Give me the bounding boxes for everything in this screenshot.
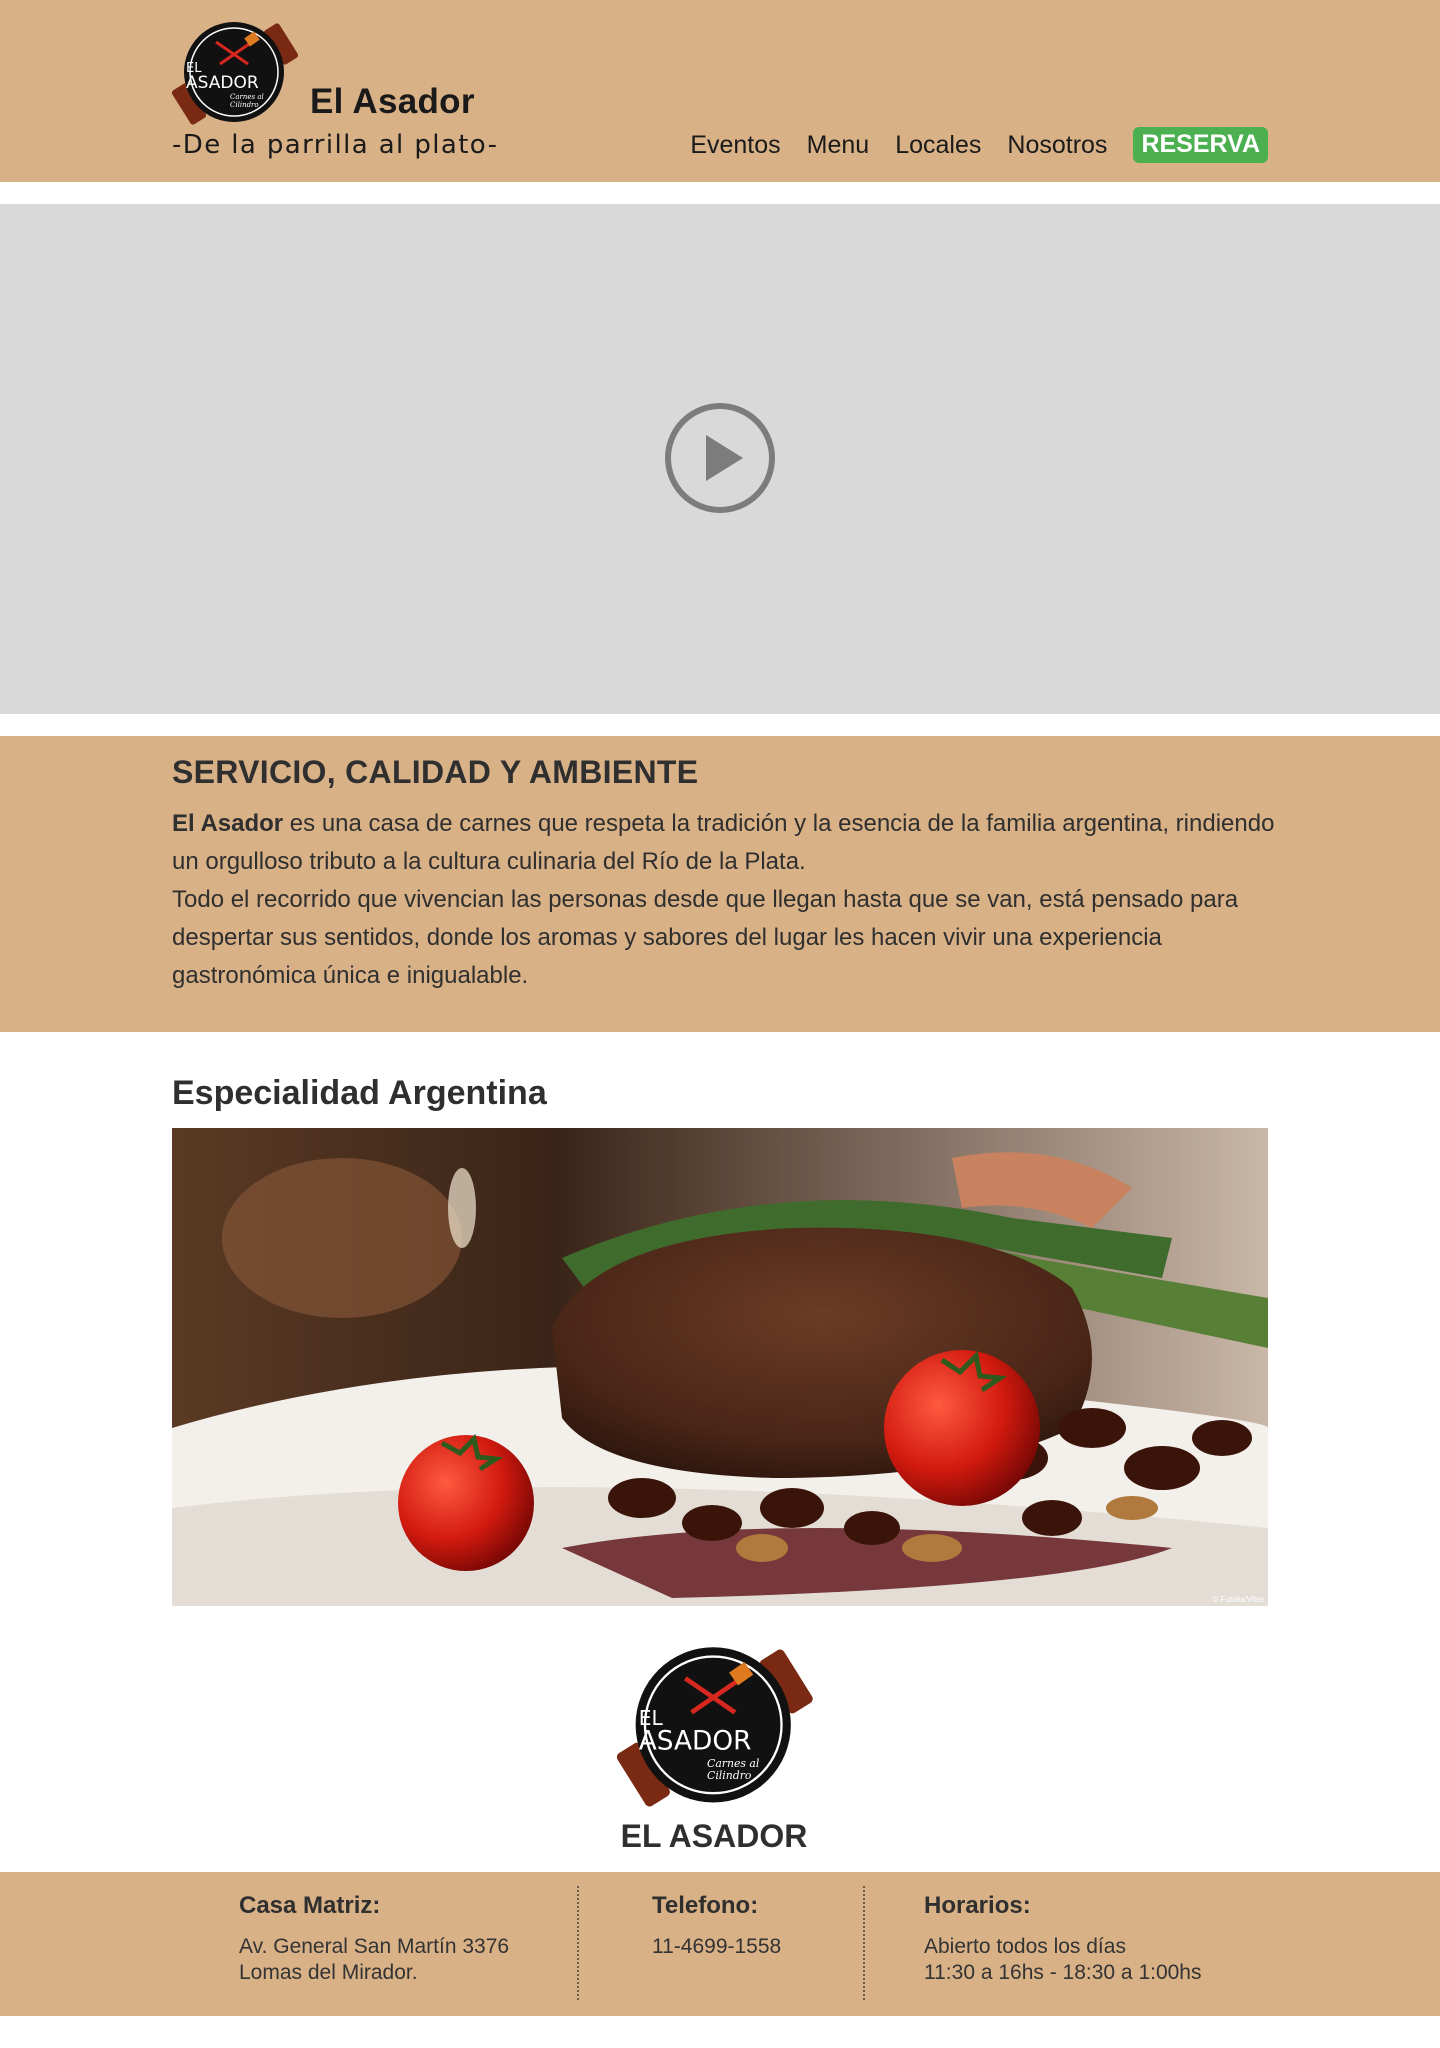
about-brand: El Asador: [172, 810, 284, 837]
about-text-2: Todo el recorrido que vivencian las pers…: [172, 886, 1239, 989]
image-credit: © Fotolia/Vitss: [1212, 1595, 1264, 1604]
el-asador-logo-large: EL ASADOR Carnes al Cilindro: [617, 1647, 813, 1807]
about-paragraph: El Asador es una casa de carnes que resp…: [172, 805, 1282, 995]
main-nav: Eventos Menu Locales Nosotros RESERVA: [690, 127, 1268, 163]
logo-text-cilindro: Cilindro: [230, 101, 259, 109]
phone-column: Telefono: 11-4699-1558: [652, 1892, 781, 1960]
logo-text-carnes: Carnes al: [230, 93, 264, 101]
steak-illustration: [172, 1128, 1268, 1606]
nav-menu[interactable]: Menu: [807, 131, 870, 160]
tagline: -De la parrilla al plato-: [172, 130, 499, 160]
logo-large-text-carnes: Carnes al: [707, 1757, 760, 1770]
address-title: Casa Matriz:: [239, 1892, 381, 1919]
hours-line-2: 11:30 a 16hs - 18:30 a 1:00hs: [924, 1961, 1202, 1984]
footer-divider: [863, 1886, 865, 2000]
nav-locales[interactable]: Locales: [895, 131, 981, 160]
site-header: EL ASADOR Carnes al Cilindro El Asador -…: [0, 0, 1440, 182]
about-title: SERVICIO, CALIDAD Y AMBIENTE: [172, 754, 699, 790]
hours-column: Horarios: Abierto todos los días 11:30 a…: [924, 1892, 1202, 1986]
logo-text-asador: ASADOR: [186, 73, 259, 93]
nav-eventos[interactable]: Eventos: [690, 131, 780, 160]
address-line-2: Lomas del Mirador.: [239, 1961, 418, 1984]
footer-brand-name: EL ASADOR: [620, 1818, 808, 1854]
address-line-1: Av. General San Martín 3376: [239, 1935, 510, 1958]
hours-title: Horarios:: [924, 1892, 1031, 1919]
address-column: Casa Matriz: Av. General San Martín 3376…: [239, 1892, 509, 1986]
play-icon[interactable]: [663, 401, 777, 515]
site-footer: Casa Matriz: Av. General San Martín 3376…: [0, 1872, 1440, 2016]
nav-nosotros[interactable]: Nosotros: [1007, 131, 1107, 160]
phone-number[interactable]: 11-4699-1558: [652, 1934, 781, 1960]
brand-title[interactable]: El Asador: [310, 82, 475, 122]
about-section: SERVICIO, CALIDAD Y AMBIENTE El Asador e…: [0, 736, 1440, 1032]
specialty-title: Especialidad Argentina: [172, 1074, 547, 1112]
el-asador-logo[interactable]: EL ASADOR Carnes al Cilindro: [172, 20, 306, 128]
footer-divider: [577, 1886, 579, 2000]
about-text-1: es una casa de carnes que respeta la tra…: [172, 810, 1275, 875]
phone-title: Telefono:: [652, 1892, 759, 1919]
reserve-button[interactable]: RESERVA: [1133, 127, 1268, 163]
hours-line-1: Abierto todos los días: [924, 1935, 1126, 1958]
steak-photo: © Fotolia/Vitss: [172, 1128, 1268, 1606]
logo-large-text-asador: ASADOR: [639, 1727, 752, 1757]
logo-large-text-cilindro: Cilindro: [707, 1769, 752, 1782]
